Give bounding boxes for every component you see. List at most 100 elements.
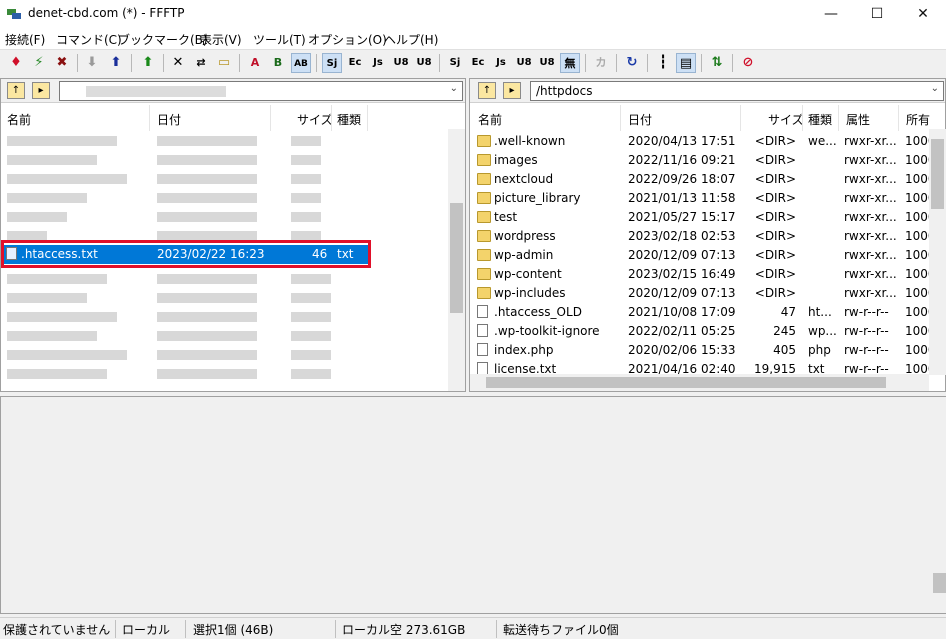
- local-sjis-icon[interactable]: Sj: [445, 53, 465, 73]
- disconnect-icon[interactable]: ✖: [52, 53, 72, 73]
- local-col-name[interactable]: 名前: [7, 111, 31, 128]
- table-row[interactable]: nextcloud 2022/09/26 18:07 <DIR> rwxr-xr...…: [470, 170, 936, 189]
- scroll-thumb[interactable]: [486, 377, 886, 388]
- remote-path-combo[interactable]: /httpdocs ⌄: [530, 81, 944, 101]
- table-row-selected[interactable]: .htaccess.txt 2023/02/22 16:23 46 txt: [4, 245, 368, 264]
- local-path-combo[interactable]: ⌄: [59, 81, 463, 101]
- host-jis-icon[interactable]: Js: [368, 53, 388, 73]
- column-divider[interactable]: [270, 105, 271, 131]
- file-date: 2021/05/27 15:17: [628, 210, 736, 224]
- status-free-space: ローカル空 273.61GB: [342, 623, 466, 637]
- menu-help[interactable]: ヘルプ(H): [384, 31, 438, 48]
- chevron-down-icon[interactable]: ⌄: [450, 83, 458, 94]
- delete-icon[interactable]: ✕: [168, 53, 188, 73]
- remote-col-date[interactable]: 日付: [628, 111, 652, 128]
- host-utf8bom-icon[interactable]: U8: [414, 53, 434, 73]
- kana-convert-icon[interactable]: カ: [591, 53, 611, 73]
- file-attr: rw-r--r--: [844, 324, 889, 338]
- minimize-button[interactable]: —: [808, 0, 854, 28]
- column-divider[interactable]: [898, 105, 899, 131]
- table-row[interactable]: test 2021/05/27 15:17 <DIR> rwxr-xr... 1000: [470, 208, 936, 227]
- remote-parent-folder-icon[interactable]: ↑: [478, 82, 496, 99]
- log-area[interactable]: [0, 396, 946, 614]
- rename-icon[interactable]: ⇄: [191, 53, 211, 73]
- sync-folders-icon[interactable]: ⇅: [707, 53, 727, 73]
- table-row[interactable]: .well-known 2020/04/13 17:51 <DIR> we... rwx…: [470, 132, 936, 151]
- local-path-bar: ↑ ▸ ⌄: [1, 79, 465, 103]
- file-size: <DIR>: [754, 286, 796, 300]
- local-col-size[interactable]: サイズ: [297, 111, 333, 128]
- local-utf8-icon[interactable]: U8: [514, 53, 534, 73]
- menu-view[interactable]: 表示(V): [200, 31, 242, 48]
- remote-col-owner[interactable]: 所有: [906, 111, 930, 128]
- table-row[interactable]: wp-admin 2020/12/09 07:13 <DIR> rwxr-xr... 1…: [470, 246, 936, 265]
- remote-col-size[interactable]: サイズ: [768, 111, 804, 128]
- column-divider[interactable]: [740, 105, 741, 131]
- menu-command[interactable]: コマンド(C): [56, 31, 122, 48]
- auto-mode-icon[interactable]: AB: [291, 53, 311, 73]
- table-row[interactable]: index.php 2020/02/06 15:33 405 php rw-r--r--…: [470, 341, 936, 360]
- local-col-date[interactable]: 日付: [157, 111, 181, 128]
- download-icon[interactable]: ⬇: [82, 53, 102, 73]
- quick-connect-icon[interactable]: ⚡: [29, 53, 49, 73]
- scroll-thumb[interactable]: [931, 139, 944, 209]
- connect-icon[interactable]: ♦: [6, 53, 26, 73]
- column-divider[interactable]: [331, 105, 332, 131]
- column-divider[interactable]: [367, 105, 368, 131]
- table-row[interactable]: .htaccess_OLD 2021/10/08 17:09 47 ht... rw-r…: [470, 303, 936, 322]
- host-sjis-icon[interactable]: Sj: [322, 53, 342, 73]
- toolbar-separator: [77, 54, 78, 72]
- stop-icon[interactable]: ⊘: [738, 53, 758, 73]
- file-size: <DIR>: [754, 172, 796, 186]
- remote-col-attr[interactable]: 属性: [846, 111, 870, 128]
- local-open-folder-icon[interactable]: ▸: [32, 82, 50, 99]
- folder-icon: [477, 287, 491, 299]
- menu-bookmark[interactable]: ブックマーク(B): [118, 31, 208, 48]
- column-divider[interactable]: [620, 105, 621, 131]
- table-row[interactable]: images 2022/11/16 09:21 <DIR> rwxr-xr... 100…: [470, 151, 936, 170]
- table-row[interactable]: wordpress 2023/02/18 02:53 <DIR> rwxr-xr...…: [470, 227, 936, 246]
- scroll-thumb[interactable]: [933, 573, 946, 593]
- mirror-upload-icon[interactable]: ⬆: [138, 53, 158, 73]
- detail-view-icon[interactable]: ▤: [676, 53, 696, 73]
- menu-connect[interactable]: 接続(F): [5, 31, 45, 48]
- make-directory-icon[interactable]: ▭: [214, 53, 234, 73]
- refresh-icon[interactable]: ↻: [622, 53, 642, 73]
- host-euc-icon[interactable]: Ec: [345, 53, 365, 73]
- close-button[interactable]: ✕: [900, 0, 946, 28]
- remote-open-folder-icon[interactable]: ▸: [503, 82, 521, 99]
- remote-vertical-scrollbar[interactable]: [929, 129, 946, 375]
- upload-icon[interactable]: ⬆: [106, 53, 126, 73]
- local-parent-folder-icon[interactable]: ↑: [7, 82, 25, 99]
- column-divider[interactable]: [838, 105, 839, 131]
- maximize-button[interactable]: ☐: [854, 0, 900, 28]
- local-euc-icon[interactable]: Ec: [468, 53, 488, 73]
- folder-icon: [477, 154, 491, 166]
- remote-col-type[interactable]: 種類: [808, 111, 832, 128]
- chevron-down-icon[interactable]: ⌄: [931, 83, 939, 94]
- toolbar-separator: [647, 54, 648, 72]
- local-jis-icon[interactable]: Js: [491, 53, 511, 73]
- table-row[interactable]: wp-includes 2020/12/09 07:13 <DIR> rwxr-xr.…: [470, 284, 936, 303]
- menu-tools[interactable]: ツール(T): [253, 31, 306, 48]
- binary-mode-icon[interactable]: B: [268, 53, 288, 73]
- title-bar: denet-cbd.com (*) - FFFTP — ☐ ✕: [0, 0, 946, 28]
- remote-col-name[interactable]: 名前: [478, 111, 502, 128]
- list-view-icon[interactable]: ┇: [653, 53, 673, 73]
- column-divider[interactable]: [149, 105, 150, 131]
- ascii-mode-icon[interactable]: A: [245, 53, 265, 73]
- remote-horizontal-scrollbar[interactable]: [470, 374, 929, 391]
- table-row[interactable]: picture_library 2021/01/13 11:58 <DIR> rwxr…: [470, 189, 936, 208]
- local-vertical-scrollbar[interactable]: [448, 129, 465, 391]
- local-utf8bom-icon[interactable]: U8: [537, 53, 557, 73]
- local-file-date: 2023/02/22 16:23: [157, 247, 265, 261]
- local-col-type[interactable]: 種類: [337, 111, 361, 128]
- table-row[interactable]: wp-content 2023/02/15 16:49 <DIR> rwxr-xr..…: [470, 265, 936, 284]
- scroll-thumb[interactable]: [450, 203, 463, 313]
- menu-options[interactable]: オプション(O): [308, 31, 387, 48]
- no-convert-icon[interactable]: 無: [560, 53, 580, 73]
- host-utf8-icon[interactable]: U8: [391, 53, 411, 73]
- column-divider[interactable]: [802, 105, 803, 131]
- log-vertical-scrollbar[interactable]: [931, 397, 946, 613]
- table-row[interactable]: .wp-toolkit-ignore 2022/02/11 05:25 245 wp.…: [470, 322, 936, 341]
